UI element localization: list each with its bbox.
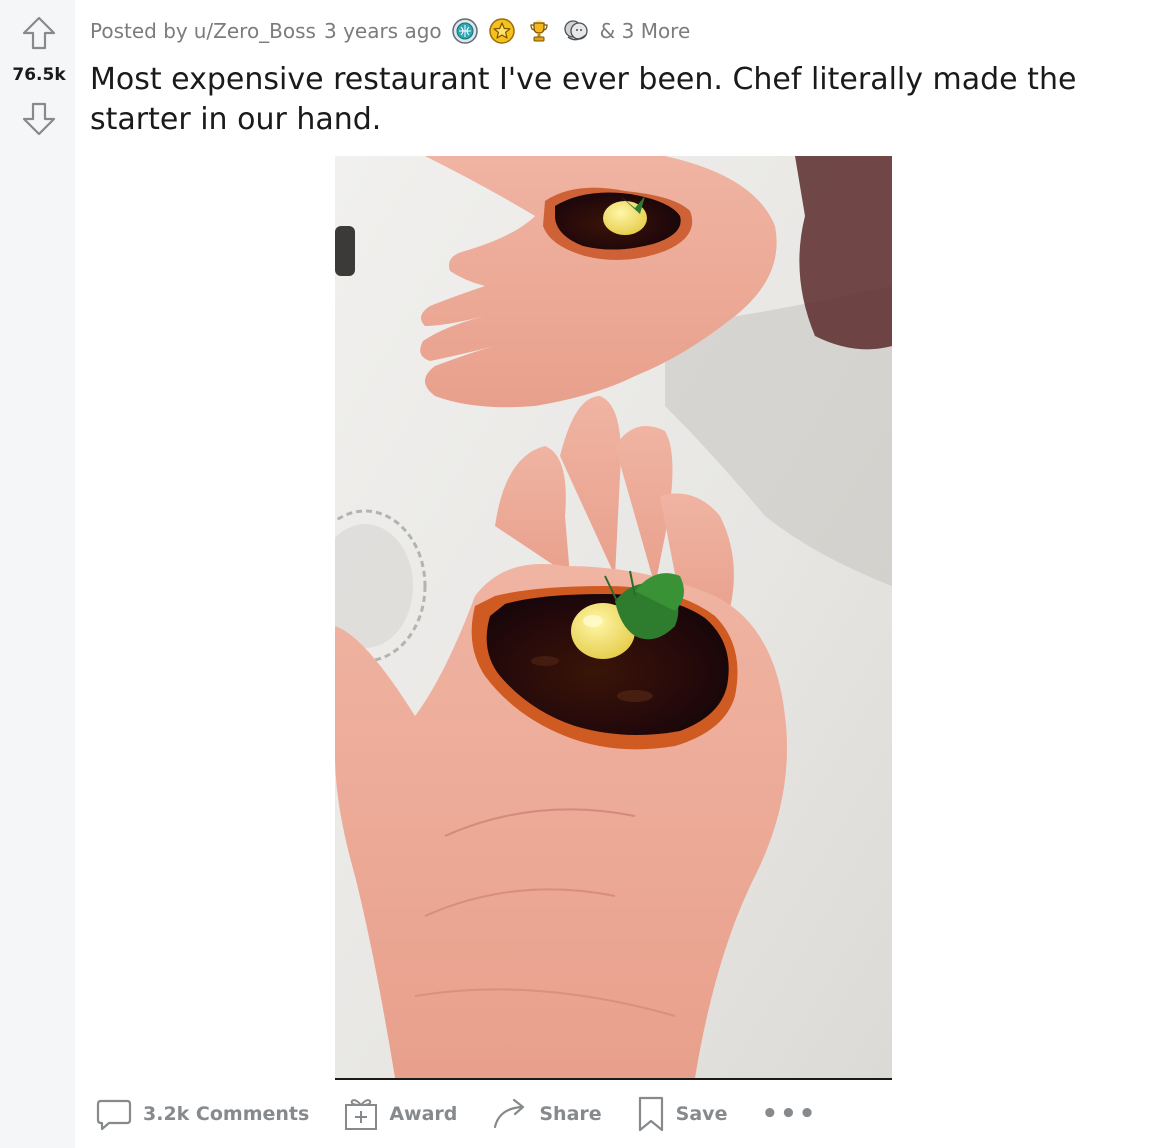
more-options-button[interactable]: ••• [761,1101,817,1127]
share-button[interactable]: Share [491,1097,602,1131]
award-label: Award [389,1103,458,1125]
post-image[interactable] [335,156,892,1080]
upvote-arrow-icon[interactable] [20,14,58,52]
comments-label: 3.2k Comments [143,1103,310,1125]
globe-award-icon[interactable] [451,17,479,45]
comments-button[interactable]: 3.2k Comments [95,1095,309,1133]
author-link[interactable]: u/Zero_Boss [194,19,316,43]
post-timestamp[interactable]: 3 years ago [324,19,442,43]
save-button[interactable]: Save [636,1095,728,1133]
trophy-award-icon[interactable] [525,17,553,45]
post-meta: Posted by u/Zero_Boss 3 years ago & 3 Mo… [90,16,690,46]
post-title[interactable]: Most expensive restaurant I've ever been… [90,60,1110,140]
gift-icon [345,1099,378,1130]
bookmark-icon [638,1096,663,1132]
posted-by-label: Posted by [90,19,188,43]
post-actions: 3.2k Comments Award Share Save ••• [95,1092,817,1136]
post-card: 76.5k Posted by u/Zero_Boss 3 years ago [0,0,1150,1148]
downvote-arrow-icon[interactable] [20,100,58,138]
more-awards-link[interactable]: & 3 More [600,19,691,43]
comment-icon [96,1099,132,1131]
share-arrow-icon [494,1098,525,1129]
save-label: Save [675,1103,728,1125]
share-label: Share [539,1103,602,1125]
vote-score: 76.5k [12,65,66,85]
hug-award-icon[interactable] [562,17,590,45]
vote-rail: 76.5k [0,0,75,1148]
food-in-hand-photo [335,156,892,1078]
award-button[interactable]: Award [343,1096,457,1132]
star-award-icon[interactable] [488,17,516,45]
